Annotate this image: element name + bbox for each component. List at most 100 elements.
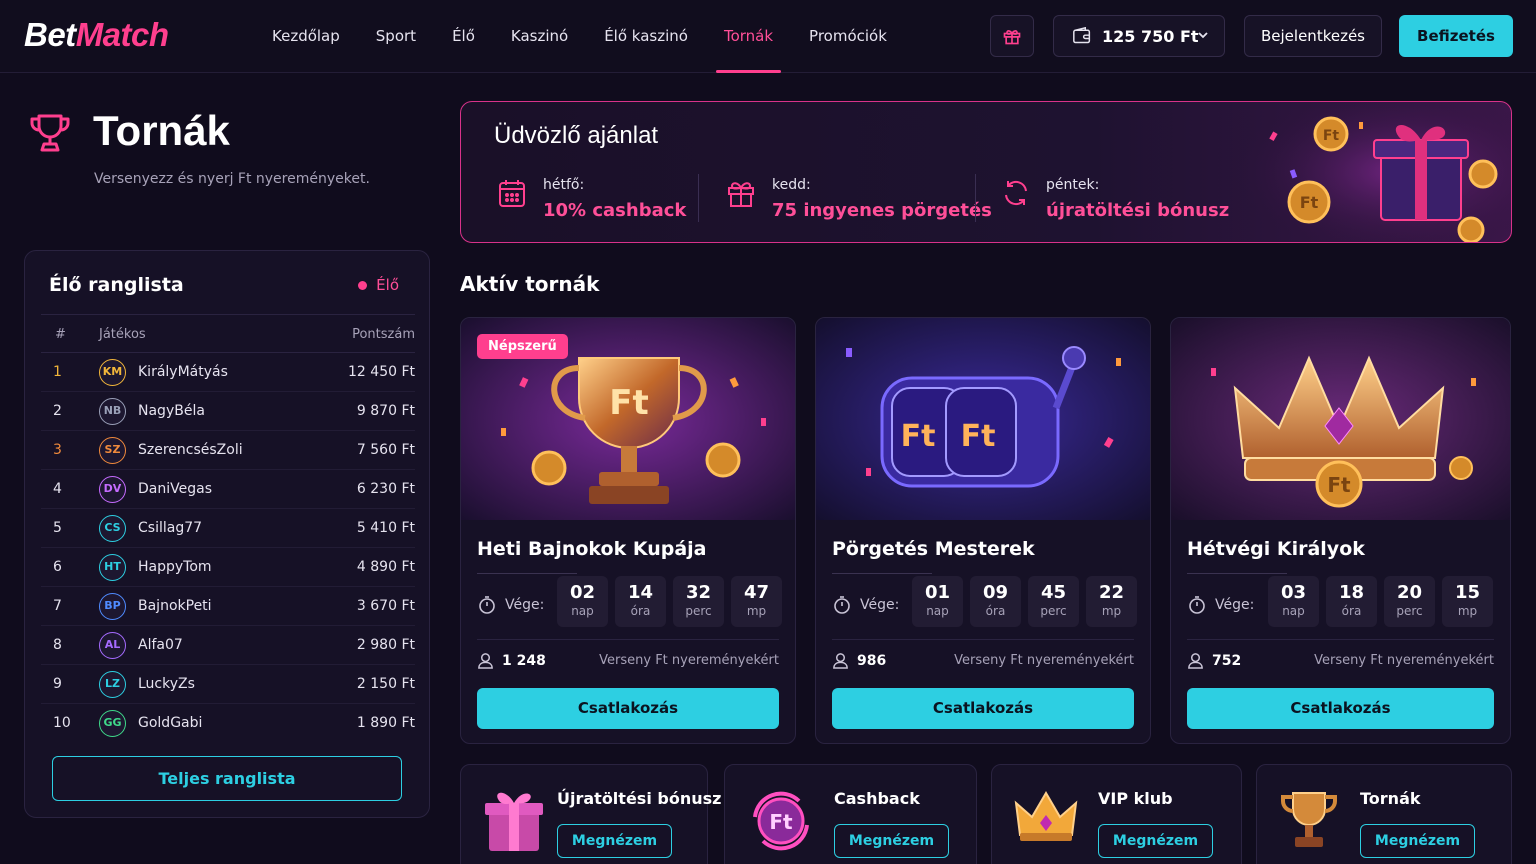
leaderboard-row[interactable]: 3 SZ SzerencsésZoli 7 560 Ft — [41, 431, 415, 470]
player-score: 5 410 Ft — [356, 520, 415, 536]
gift-icon — [728, 182, 754, 207]
leaderboard-row[interactable]: 8 AL Alfa07 2 980 Ft — [41, 626, 415, 665]
promo-view-button[interactable]: Megnézem — [1360, 824, 1475, 858]
svg-text:Ft: Ft — [901, 419, 936, 454]
rank: 1 — [53, 364, 62, 380]
login-button[interactable]: Bejelentkezés — [1244, 15, 1382, 57]
leaderboard-row[interactable]: 6 HT HappyTom 4 890 Ft — [41, 548, 415, 587]
rank: 3 — [53, 442, 62, 458]
full-leaderboard-button[interactable]: Teljes ranglista — [52, 756, 402, 801]
top-header: BetMatch Kezdőlap Sport Élő Kaszinó Élő … — [0, 0, 1536, 73]
nav-item-live-casino[interactable]: Élő kaszinó — [586, 0, 706, 73]
chevron-down-icon — [1198, 32, 1208, 39]
betmatch-logo[interactable]: BetMatch — [24, 16, 169, 54]
title-underline — [1187, 573, 1287, 574]
join-button[interactable]: Csatlakozás — [477, 688, 779, 729]
live-indicator: Élő — [358, 276, 399, 294]
countdown-days: 02 nap — [557, 576, 608, 627]
trophy-icon — [30, 114, 70, 152]
title-underline — [477, 573, 577, 574]
promo-card-tournaments[interactable]: Tornák Megnézem — [1256, 764, 1512, 864]
countdown-days: 01 nap — [912, 576, 963, 627]
svg-text:Ft: Ft — [609, 383, 648, 423]
section-title-active-tournaments: Aktív tornák — [460, 272, 600, 296]
prize-text: Verseny Ft nyereményekért — [1314, 653, 1494, 668]
tournament-card: Ft Hétvégi Királyok Vége: 03 nap 18 óra 20… — [1170, 317, 1511, 744]
nav-item-live[interactable]: Élő — [434, 0, 493, 73]
balance-dropdown[interactable]: 125 750 Ft — [1053, 15, 1225, 57]
promo-card-vip[interactable]: VIP klub Megnézem — [991, 764, 1242, 864]
promo-view-button[interactable]: Megnézem — [834, 824, 949, 858]
countdown-minutes: 20 perc — [1384, 576, 1435, 627]
popular-badge: Népszerű — [477, 334, 568, 359]
svg-text:Ft: Ft — [1327, 473, 1351, 497]
player-name: DaniVegas — [138, 481, 212, 497]
offer-value: 10% cashback — [543, 200, 687, 221]
rank: 6 — [53, 559, 62, 575]
promo-card-cashback[interactable]: Ft Cashback Megnézem — [724, 764, 977, 864]
rank: 5 — [53, 520, 62, 536]
rank: 2 — [53, 403, 62, 419]
banner-title: Üdvözlő ajánlat — [494, 122, 659, 149]
join-button[interactable]: Csatlakozás — [832, 688, 1134, 729]
countdown-seconds: 22 mp — [1086, 576, 1137, 627]
promo-title: VIP klub — [1098, 789, 1173, 808]
welcome-offer-banner[interactable]: Üdvözlő ajánlat hétfő: 10% cashback kedd… — [460, 101, 1512, 243]
rank: 9 — [53, 676, 62, 692]
join-button[interactable]: Csatlakozás — [1187, 688, 1494, 729]
offer-value: 75 ingyenes pörgetés — [772, 200, 992, 221]
avatar: DV — [99, 476, 126, 503]
player-score: 2 150 Ft — [356, 676, 415, 692]
nav-item-sport[interactable]: Sport — [358, 0, 434, 73]
player-score: 2 980 Ft — [356, 637, 415, 653]
leaderboard-row[interactable]: 4 DV DaniVegas 6 230 Ft — [41, 470, 415, 509]
balance-value: 125 750 Ft — [1102, 26, 1199, 46]
promo-view-button[interactable]: Megnézem — [1098, 824, 1213, 858]
col-rank: # — [55, 327, 66, 342]
stopwatch-icon — [834, 596, 850, 614]
leaderboard-row[interactable]: 9 LZ LuckyZs 2 150 Ft — [41, 665, 415, 704]
divider — [975, 174, 976, 222]
gift-button[interactable] — [990, 15, 1034, 57]
countdown-minutes: 32 perc — [673, 576, 724, 627]
avatar: BP — [99, 593, 126, 620]
nav-item-home[interactable]: Kezdőlap — [254, 0, 358, 73]
player-name: LuckyZs — [138, 676, 195, 692]
ends-label: Vége: — [832, 595, 899, 615]
offer-day: kedd: — [772, 177, 811, 193]
leaderboard-row[interactable]: 10 GG GoldGabi 1 890 Ft — [41, 704, 415, 743]
player-score: 3 670 Ft — [356, 598, 415, 614]
live-leaderboard: Élő ranglista Élő # Játékos Pontszám 1 KM… — [24, 250, 430, 818]
nav-item-casino[interactable]: Kaszinó — [493, 0, 586, 73]
leaderboard-row[interactable]: 5 CS Csillag77 5 410 Ft — [41, 509, 415, 548]
player-score: 12 450 Ft — [348, 364, 415, 380]
player-name: KirályMátyás — [138, 364, 228, 380]
promo-card-reload-bonus[interactable]: Újratöltési bónusz Megnézem — [460, 764, 721, 864]
leaderboard-row[interactable]: 2 NB NagyBéla 9 870 Ft — [41, 392, 415, 431]
promo-view-button[interactable]: Megnézem — [557, 824, 672, 858]
nav-item-promotions[interactable]: Promóciók — [791, 0, 905, 73]
avatar: AL — [99, 632, 126, 659]
stopwatch-icon — [1189, 596, 1205, 614]
avatar: KM — [99, 359, 126, 386]
leaderboard-row[interactable]: 7 BP BajnokPeti 3 670 Ft — [41, 587, 415, 626]
gift-box-icon — [485, 792, 543, 851]
slot-machine-illustration: Ft Ft — [816, 318, 1150, 520]
leaderboard-rows: 1 KM KirályMátyás 12 450 Ft 2 NB NagyBéla 9 870… — [41, 353, 415, 743]
prize-text: Verseny Ft nyereményekért — [954, 653, 1134, 668]
nav-item-tournaments[interactable]: Tornák — [706, 0, 791, 73]
leaderboard-header: # Játékos Pontszám — [41, 314, 415, 353]
wallet-icon — [1073, 27, 1091, 44]
avatar: CS — [99, 515, 126, 542]
player-score: 1 890 Ft — [356, 715, 415, 731]
countdown-seconds: 15 mp — [1442, 576, 1493, 627]
player-name: BajnokPeti — [138, 598, 212, 614]
deposit-button[interactable]: Befizetés — [1399, 15, 1513, 57]
gift-coins-illustration: Ft Ft — [1231, 102, 1511, 242]
page-subtitle: Versenyezz és nyerj Ft nyereményeket. — [94, 171, 370, 187]
crown-icon — [1014, 791, 1078, 841]
countdown-hours: 18 óra — [1326, 576, 1377, 627]
calendar-icon — [499, 180, 525, 207]
leaderboard-row[interactable]: 1 KM KirályMátyás 12 450 Ft — [41, 353, 415, 392]
countdown-days: 03 nap — [1268, 576, 1319, 627]
